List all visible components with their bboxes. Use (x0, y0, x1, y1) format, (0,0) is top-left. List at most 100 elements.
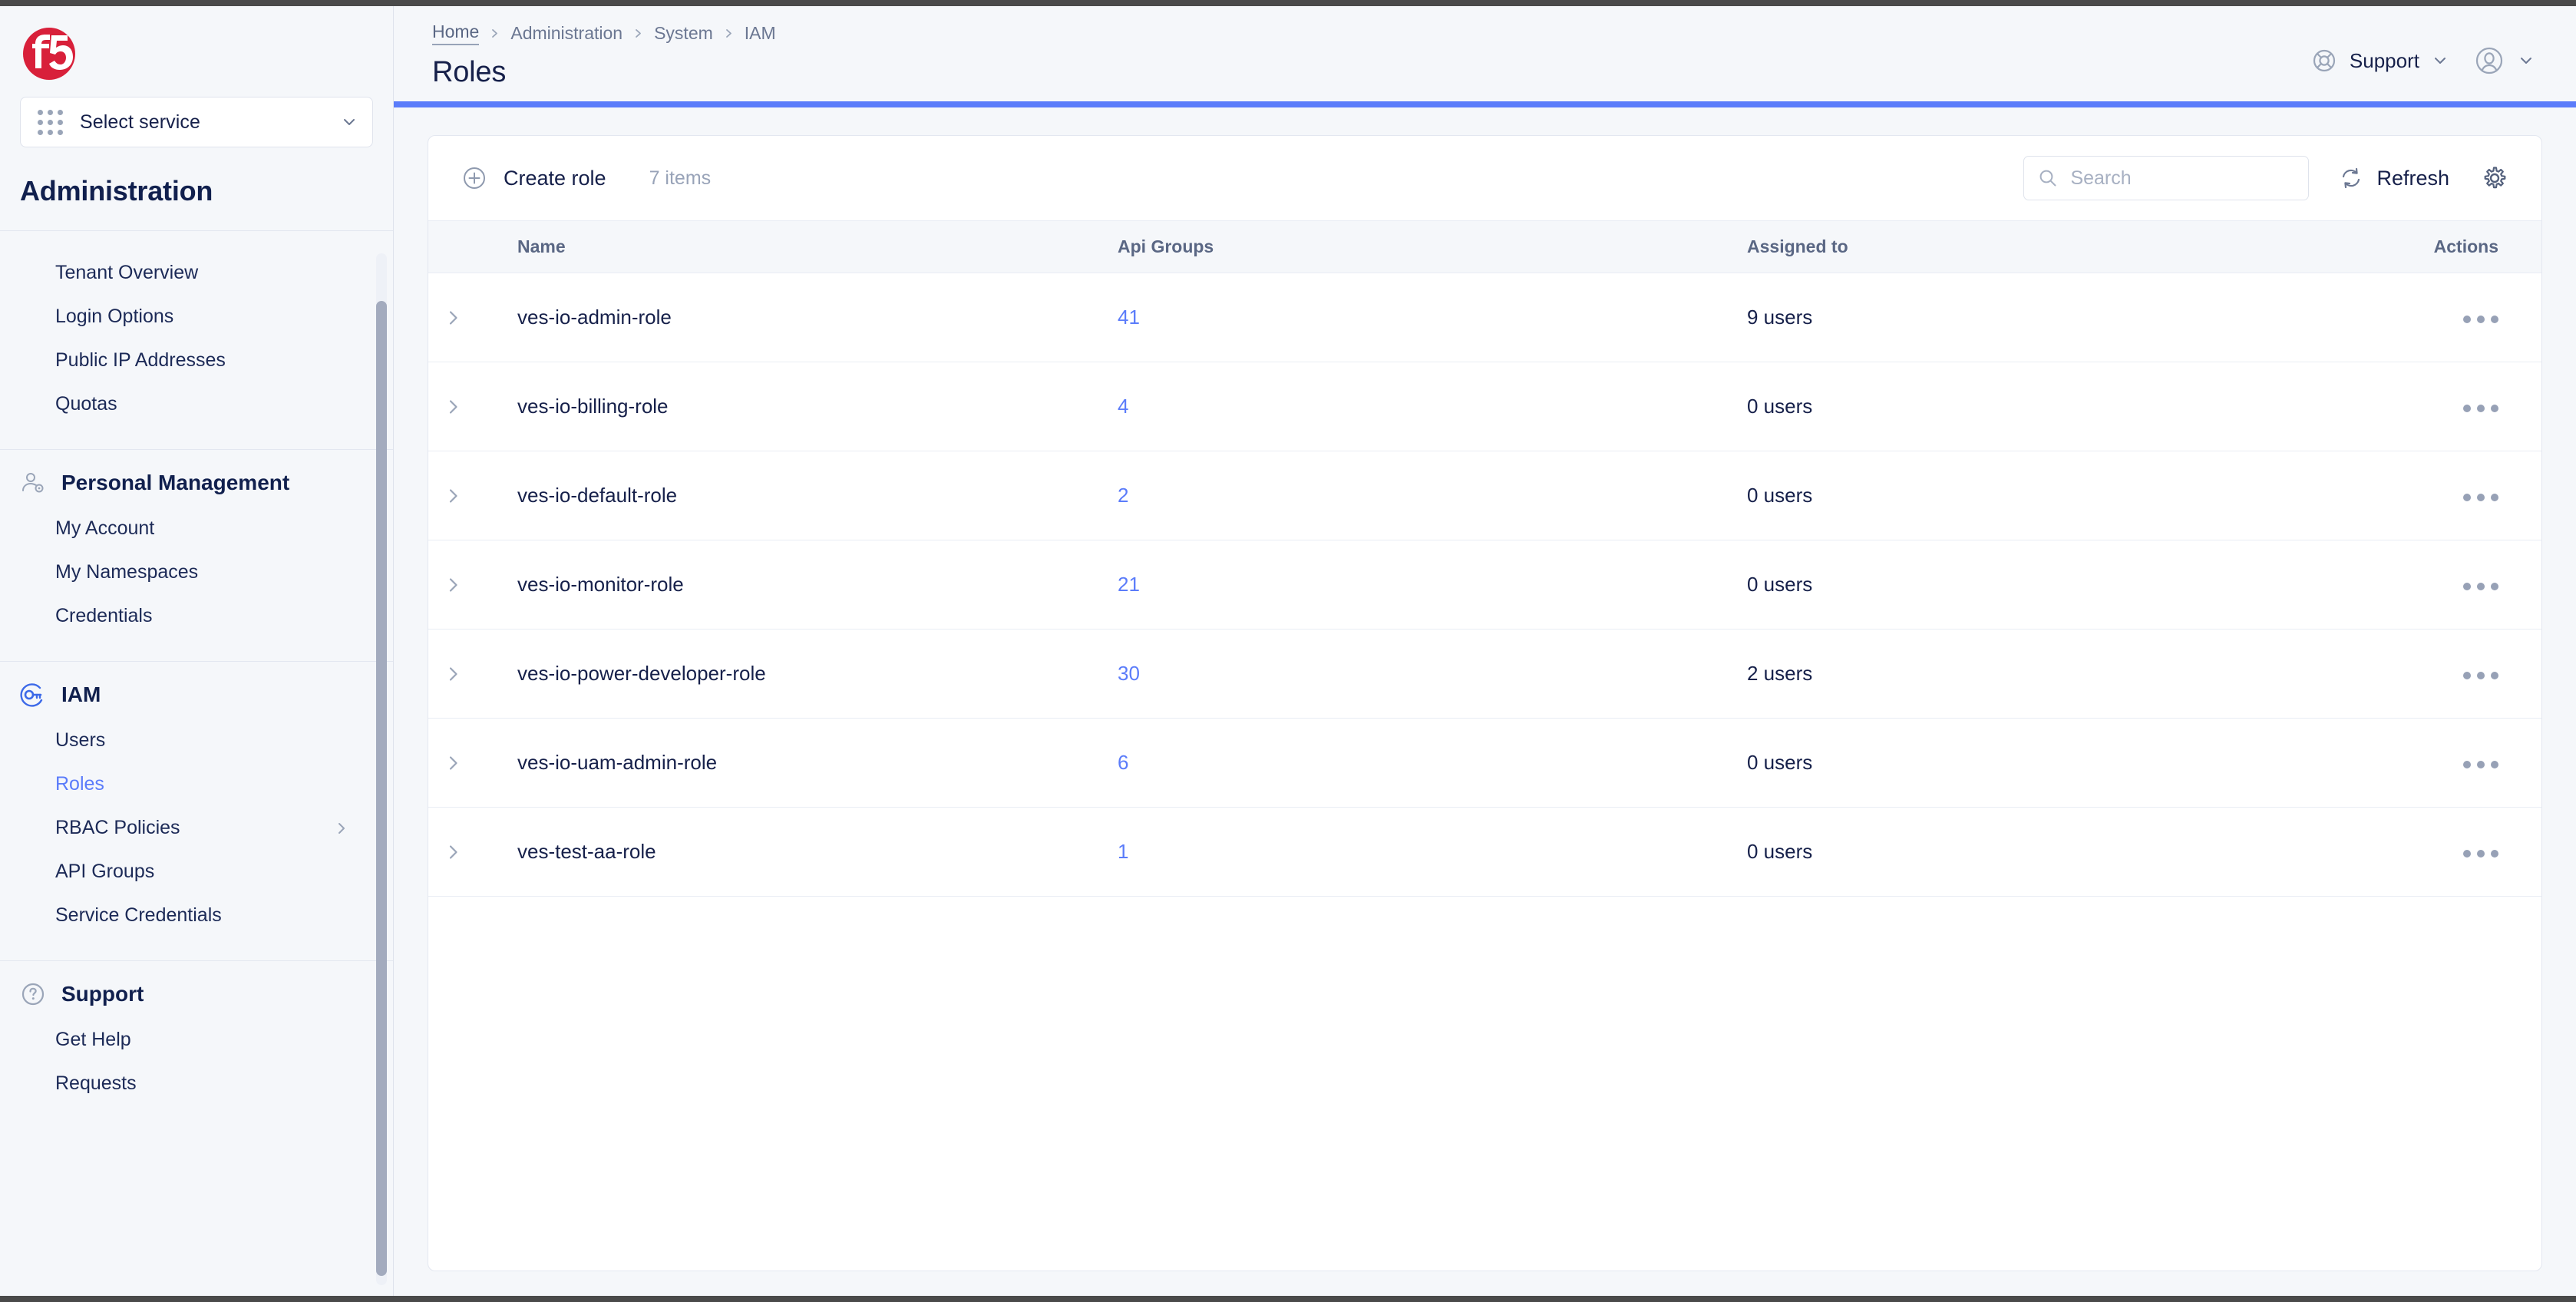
create-role-button[interactable]: Create role (462, 166, 606, 190)
sidebar-item-public-ip-addresses[interactable]: Public IP Addresses (0, 339, 393, 382)
search-box[interactable] (2023, 156, 2318, 200)
sidebar-item-requests[interactable]: Requests (0, 1062, 393, 1105)
sidebar-scrollbar-track[interactable] (376, 253, 387, 1285)
breadcrumb-item-iam[interactable]: IAM (745, 23, 776, 44)
chevron-right-icon[interactable] (445, 755, 462, 772)
row-actions-menu[interactable] (2455, 486, 2506, 509)
role-name[interactable]: ves-io-monitor-role (488, 540, 1118, 630)
row-actions-menu[interactable] (2455, 664, 2506, 687)
chevron-right-icon[interactable] (445, 844, 462, 861)
service-selector[interactable]: Select service (20, 97, 373, 147)
role-api-groups-cell: 41 (1118, 273, 1747, 362)
lifebuoy-icon (2313, 49, 2336, 72)
role-name[interactable]: ves-test-aa-role (488, 807, 1118, 897)
sidebar-item-service-credentials[interactable]: Service Credentials (0, 894, 393, 937)
sidebar-item-label: Credentials (55, 605, 153, 626)
sidebar-group-header-iam[interactable]: IAM (0, 662, 393, 719)
refresh-button[interactable]: Refresh (2340, 167, 2449, 190)
sidebar-item-users[interactable]: Users (0, 719, 393, 762)
table-header-row: Name Api Groups Assigned to Actions (428, 220, 2541, 273)
api-groups-link[interactable]: 2 (1118, 484, 1128, 507)
account-menu-button[interactable] (2465, 40, 2542, 81)
role-name[interactable]: ves-io-uam-admin-role (488, 718, 1118, 808)
table-col-actions: Actions (2392, 220, 2541, 273)
api-groups-link[interactable]: 21 (1118, 573, 1140, 596)
chevron-down-icon (2435, 58, 2446, 64)
table-toolbar: Create role 7 items Search Refresh (428, 136, 2541, 220)
support-menu-button[interactable]: Support (2304, 43, 2456, 78)
sidebar-group-header-personal-management[interactable]: Personal Management (0, 450, 393, 507)
table-row: ves-io-default-role 2 0 users (428, 451, 2541, 540)
role-name[interactable]: ves-io-default-role (488, 451, 1118, 540)
service-selector-label: Select service (80, 111, 201, 133)
row-actions-menu[interactable] (2455, 753, 2506, 776)
header-accent-bar (394, 101, 2576, 107)
refresh-label: Refresh (2376, 166, 2449, 190)
role-assigned-to: 0 users (1747, 807, 2392, 897)
chevron-down-icon (344, 119, 355, 125)
sidebar-item-label: API Groups (55, 861, 155, 882)
sidebar-item-get-help[interactable]: Get Help (0, 1018, 393, 1062)
role-assigned-to: 9 users (1747, 273, 2392, 362)
sidebar-item-rbac-policies[interactable]: RBAC Policies (0, 806, 393, 850)
chevron-right-icon[interactable] (445, 309, 462, 326)
sidebar-item-quotas[interactable]: Quotas (0, 382, 393, 426)
sidebar-group-header-support[interactable]: Support (0, 961, 393, 1018)
chevron-right-icon[interactable] (445, 487, 462, 504)
gear-icon[interactable] (2480, 164, 2509, 193)
sidebar-item-roles[interactable]: Roles (0, 762, 393, 806)
logo-container[interactable] (0, 6, 393, 92)
chevron-right-icon (492, 29, 498, 38)
toolbar-right: Refresh (2023, 156, 2509, 200)
breadcrumb-item-home[interactable]: Home (432, 21, 480, 45)
api-groups-link[interactable]: 6 (1118, 751, 1128, 774)
sidebar-item-label: Quotas (55, 393, 117, 415)
main-area: Home Administration System IAM Roles Sup… (394, 0, 2576, 1302)
breadcrumb-item-system[interactable]: System (654, 23, 713, 44)
row-actions-cell (2392, 807, 2541, 897)
row-actions-cell (2392, 362, 2541, 451)
role-name[interactable]: ves-io-billing-role (488, 362, 1118, 451)
search-input[interactable] (2070, 167, 2318, 190)
chevron-right-icon[interactable] (445, 666, 462, 682)
row-actions-menu[interactable] (2455, 308, 2506, 331)
role-name[interactable]: ves-io-admin-role (488, 273, 1118, 362)
chevron-right-icon (339, 822, 345, 834)
row-expand-cell (428, 362, 488, 451)
browser-chrome-bottom (0, 1296, 2576, 1302)
breadcrumb-item-administration[interactable]: Administration (510, 23, 623, 44)
sidebar-item-api-groups[interactable]: API Groups (0, 850, 393, 894)
api-groups-link[interactable]: 1 (1118, 840, 1128, 863)
plus-circle-icon (464, 167, 485, 189)
chevron-right-icon (636, 29, 641, 38)
api-groups-link[interactable]: 4 (1118, 395, 1128, 418)
sidebar-item-credentials[interactable]: Credentials (0, 594, 393, 638)
chevron-right-icon[interactable] (445, 577, 462, 593)
sidebar-item-label: Service Credentials (55, 904, 222, 926)
sidebar-app-title: Administration (20, 175, 213, 207)
sidebar-item-label: Get Help (55, 1029, 131, 1050)
sidebar-item-label: My Account (55, 517, 155, 539)
key-icon (20, 683, 43, 707)
sidebar-group-label: Personal Management (61, 471, 290, 494)
chevron-right-icon[interactable] (445, 398, 462, 415)
row-actions-menu[interactable] (2455, 575, 2506, 598)
content-area: Create role 7 items Search Refresh Name … (394, 107, 2576, 1302)
row-expand-cell (428, 273, 488, 362)
refresh-icon (2343, 167, 2360, 189)
sidebar-item-my-namespaces[interactable]: My Namespaces (0, 550, 393, 594)
sidebar-item-my-account[interactable]: My Account (0, 507, 393, 550)
grid-icon (38, 109, 63, 135)
table-row: ves-test-aa-role 1 0 users (428, 807, 2541, 897)
row-actions-cell (2392, 273, 2541, 362)
sidebar-item-tenant-overview[interactable]: Tenant Overview (0, 251, 393, 295)
page-header: Home Administration System IAM Roles Sup… (394, 6, 2576, 101)
sidebar-item-login-options[interactable]: Login Options (0, 295, 393, 339)
api-groups-link[interactable]: 30 (1118, 662, 1140, 685)
sidebar-scrollbar-thumb[interactable] (376, 301, 387, 1276)
row-actions-menu[interactable] (2455, 842, 2506, 865)
api-groups-link[interactable]: 41 (1118, 306, 1140, 329)
role-name[interactable]: ves-io-power-developer-role (488, 629, 1118, 719)
role-assigned-to: 0 users (1747, 362, 2392, 451)
row-actions-menu[interactable] (2455, 397, 2506, 420)
